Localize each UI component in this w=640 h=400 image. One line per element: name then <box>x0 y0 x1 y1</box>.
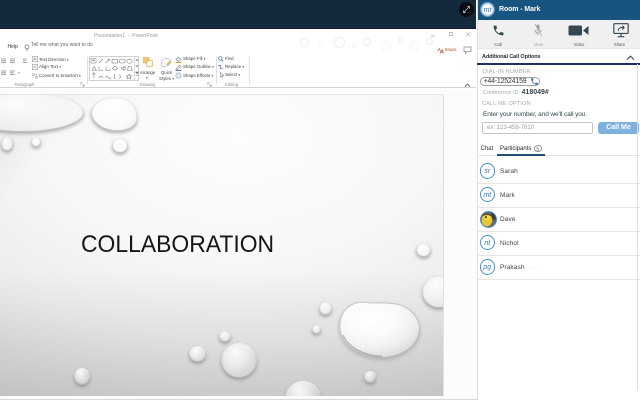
svg-text:mt: mt <box>483 7 492 14</box>
